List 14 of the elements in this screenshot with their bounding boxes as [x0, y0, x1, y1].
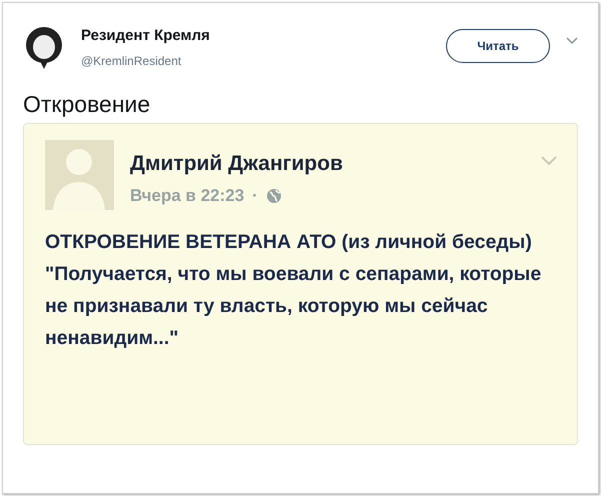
separator-dot: · — [252, 185, 258, 208]
author-handle[interactable]: @KremlinResident — [81, 52, 210, 70]
post-paragraph: ОТКРОВЕНИЕ ВЕТЕРАНА АТО (из личной беседы) — [45, 230, 533, 255]
tweet-text: Откровение — [23, 92, 152, 117]
post-author-name: Дмитрий Джангиров — [130, 150, 343, 177]
post-time: Вчера в 22:23 — [130, 185, 244, 208]
avatar-placeholder-icon — [45, 140, 114, 210]
globe-icon — [266, 188, 282, 204]
chevron-down-icon — [541, 156, 557, 166]
avatar-icon — [23, 25, 65, 69]
follow-button[interactable]: Читать — [446, 29, 550, 63]
chevron-down-icon[interactable] — [566, 37, 578, 45]
author-name[interactable]: Резидент Кремля — [81, 25, 210, 48]
post-paragraph: "Получается, что мы воевали с сепарами, которые не признавали ту власть, которую мы сейчас ненавидим..." — [45, 262, 542, 351]
